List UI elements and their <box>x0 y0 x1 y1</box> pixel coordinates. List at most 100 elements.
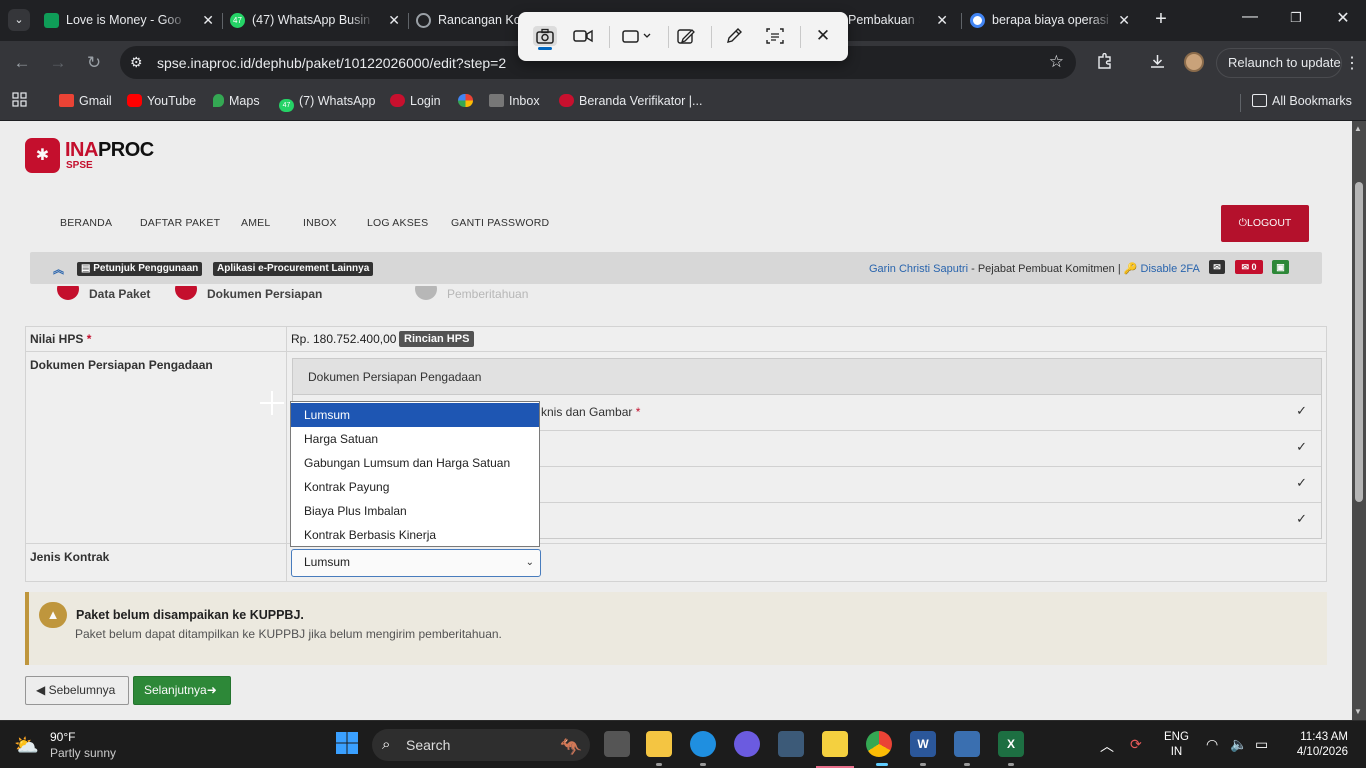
all-bookmarks[interactable]: All Bookmarks <box>1252 92 1352 110</box>
forward-icon[interactable]: → <box>47 53 69 73</box>
browser-tab[interactable]: berapa biaya operasi ✕ <box>966 6 1144 35</box>
windows-start-icon[interactable] <box>334 731 360 757</box>
tab-close-icon[interactable]: ✕ <box>1118 6 1130 35</box>
browser-tab[interactable]: 47 (47) WhatsApp Busin ✕ <box>226 6 410 35</box>
task-view-icon[interactable] <box>604 731 630 757</box>
tab-title: berapa biaya operasi <box>992 13 1109 27</box>
taskbar-search[interactable]: ⌕ Search 🦘 <box>372 729 590 761</box>
wifi-icon[interactable]: ◠ <box>1206 736 1218 753</box>
tab-close-icon[interactable]: ✕ <box>936 6 948 35</box>
page-scrollbar[interactable]: ▲ ▼ <box>1352 121 1366 720</box>
site-info-icon[interactable]: ⚙ <box>130 54 143 71</box>
video-icon[interactable] <box>572 26 594 46</box>
next-button[interactable]: Selanjutnya➜ <box>133 676 231 705</box>
scroll-down-icon[interactable]: ▼ <box>1354 707 1362 716</box>
bookmark-inbox[interactable]: Inbox <box>489 92 540 110</box>
apps-icon[interactable] <box>12 92 27 112</box>
disable-2fa-link[interactable]: 🔑 Disable 2FA <box>1124 263 1200 275</box>
reload-icon[interactable]: ↻ <box>83 53 105 73</box>
volume-icon[interactable]: 🔈 <box>1230 736 1247 753</box>
aplikasi-lainnya-link[interactable]: Aplikasi e-Procurement Lainnya <box>213 262 374 276</box>
bookmark-gmail[interactable]: Gmail <box>59 92 112 110</box>
gmail-icon <box>59 94 74 107</box>
bookmark-star-icon[interactable]: ☆ <box>1049 52 1064 72</box>
logout-button[interactable]: ⏻LOGOUT <box>1221 205 1309 242</box>
option-kontrak-berbasis-kinerja[interactable]: Kontrak Berbasis Kinerja <box>291 523 539 547</box>
option-gabungan[interactable]: Gabungan Lumsum dan Harga Satuan <box>291 451 539 475</box>
download-icon[interactable] <box>1149 53 1166 75</box>
text-extract-icon[interactable] <box>764 26 786 46</box>
crosshair-cursor <box>271 391 273 415</box>
tab-search-button[interactable]: ⌄ <box>8 9 30 31</box>
rectangle-mode-icon[interactable] <box>620 26 656 46</box>
nav-inbox[interactable]: INBOX <box>303 217 337 229</box>
nav-log-akses[interactable]: LOG AKSES <box>367 217 428 229</box>
bookmark-beranda[interactable]: Beranda Verifikator |... <box>559 92 702 110</box>
whatsapp-icon: 47 <box>279 99 294 112</box>
previous-button[interactable]: ◀ Sebelumnya <box>25 676 129 705</box>
chrome-icon[interactable] <box>866 731 892 757</box>
option-kontrak-payung[interactable]: Kontrak Payung <box>291 475 539 499</box>
dokumen-label: Dokumen Persiapan Pengadaan <box>30 358 213 372</box>
sync-icon[interactable]: ⟳ <box>1130 736 1142 753</box>
copilot-icon[interactable] <box>734 731 760 757</box>
nav-ganti-password[interactable]: GANTI PASSWORD <box>451 217 549 229</box>
window-close-icon[interactable]: ✕ <box>1331 8 1355 28</box>
page-content: ✱ INAPROC SPSE BERANDA DAFTAR PAKET AMEL… <box>0 121 1352 720</box>
pen-icon[interactable] <box>723 26 745 46</box>
user-name[interactable]: Garin Christi Saputri <box>869 263 968 275</box>
new-tab-button[interactable]: + <box>1150 8 1172 30</box>
tab-close-icon[interactable]: ✕ <box>202 6 214 35</box>
option-harga-satuan[interactable]: Harga Satuan <box>291 427 539 451</box>
hps-value: Rp. 180.752.400,00 <box>291 332 397 346</box>
battery-icon[interactable]: ▭ <box>1255 736 1268 753</box>
tray-overflow-icon[interactable]: ︿ <box>1100 736 1114 756</box>
bookmark-maps[interactable]: Maps <box>213 92 260 110</box>
bookmark-photos[interactable] <box>458 92 478 110</box>
back-icon[interactable]: ← <box>11 53 33 73</box>
extensions-icon[interactable] <box>1096 52 1113 75</box>
edge-icon[interactable] <box>690 731 716 757</box>
inbox-count-badge[interactable]: ✉ 0 <box>1235 260 1263 274</box>
camera-app-icon[interactable] <box>778 731 804 757</box>
scroll-up-icon[interactable]: ▲ <box>1354 124 1362 133</box>
nav-beranda[interactable]: BERANDA <box>60 217 112 229</box>
browser-tab[interactable]: Love is Money - Goo ✕ <box>40 6 224 35</box>
edit-image-icon[interactable] <box>675 26 697 46</box>
step-1-label: Data Paket <box>89 287 151 300</box>
scrollbar-thumb[interactable] <box>1355 182 1363 502</box>
minimize-icon[interactable]: — <box>1238 8 1262 26</box>
option-lumsum[interactable]: Lumsum <box>291 403 539 427</box>
mail-icon[interactable]: ✉ <box>1209 260 1225 274</box>
jenis-kontrak-select[interactable]: Lumsum ⌄ <box>291 549 541 577</box>
excel-icon[interactable]: X <box>998 731 1024 757</box>
sticky-notes-icon[interactable] <box>822 731 848 757</box>
sheets-icon <box>44 13 59 28</box>
word-icon[interactable]: W <box>910 731 936 757</box>
language-indicator[interactable]: ENG IN <box>1164 730 1189 760</box>
bookmark-youtube[interactable]: YouTube <box>127 92 196 110</box>
bookmark-whatsapp[interactable]: 47 (7) WhatsApp <box>279 92 375 112</box>
bookmark-login[interactable]: Login <box>390 92 441 110</box>
rincian-hps-button[interactable]: Rincian HPS <box>399 331 475 347</box>
relaunch-button[interactable]: Relaunch to update <box>1216 48 1342 78</box>
file-explorer-icon[interactable] <box>646 731 672 757</box>
logo-text: INAPROC <box>65 139 154 161</box>
restore-icon[interactable]: ❐ <box>1284 10 1308 26</box>
calculator-icon[interactable] <box>954 731 980 757</box>
profile-avatar[interactable] <box>1184 52 1204 72</box>
alert-description: Paket belum dapat ditampilkan ke KUPPBJ … <box>75 627 502 641</box>
collapse-up-icon[interactable]: ︽ <box>53 261 64 277</box>
nav-amel[interactable]: AMEL <box>241 217 270 229</box>
camera-icon[interactable] <box>533 26 557 46</box>
option-biaya-plus-imbalan[interactable]: Biaya Plus Imbalan <box>291 499 539 523</box>
close-icon[interactable]: ✕ <box>812 26 834 46</box>
tab-close-icon[interactable]: ✕ <box>388 6 400 35</box>
menu-icon[interactable]: ⋮ <box>1344 53 1360 73</box>
url-text[interactable]: spse.inaproc.id/dephub/paket/10122026000… <box>157 55 506 71</box>
tab-title: Love is Money - Goo <box>66 13 182 27</box>
clock[interactable]: 11:43 AM 4/10/2026 <box>1288 730 1348 760</box>
petunjuk-penggunaan-link[interactable]: ▤ Petunjuk Penggunaan <box>77 262 203 276</box>
nav-daftar-paket[interactable]: DAFTAR PAKET <box>140 217 220 229</box>
message-icon[interactable]: ▣ <box>1272 260 1289 274</box>
